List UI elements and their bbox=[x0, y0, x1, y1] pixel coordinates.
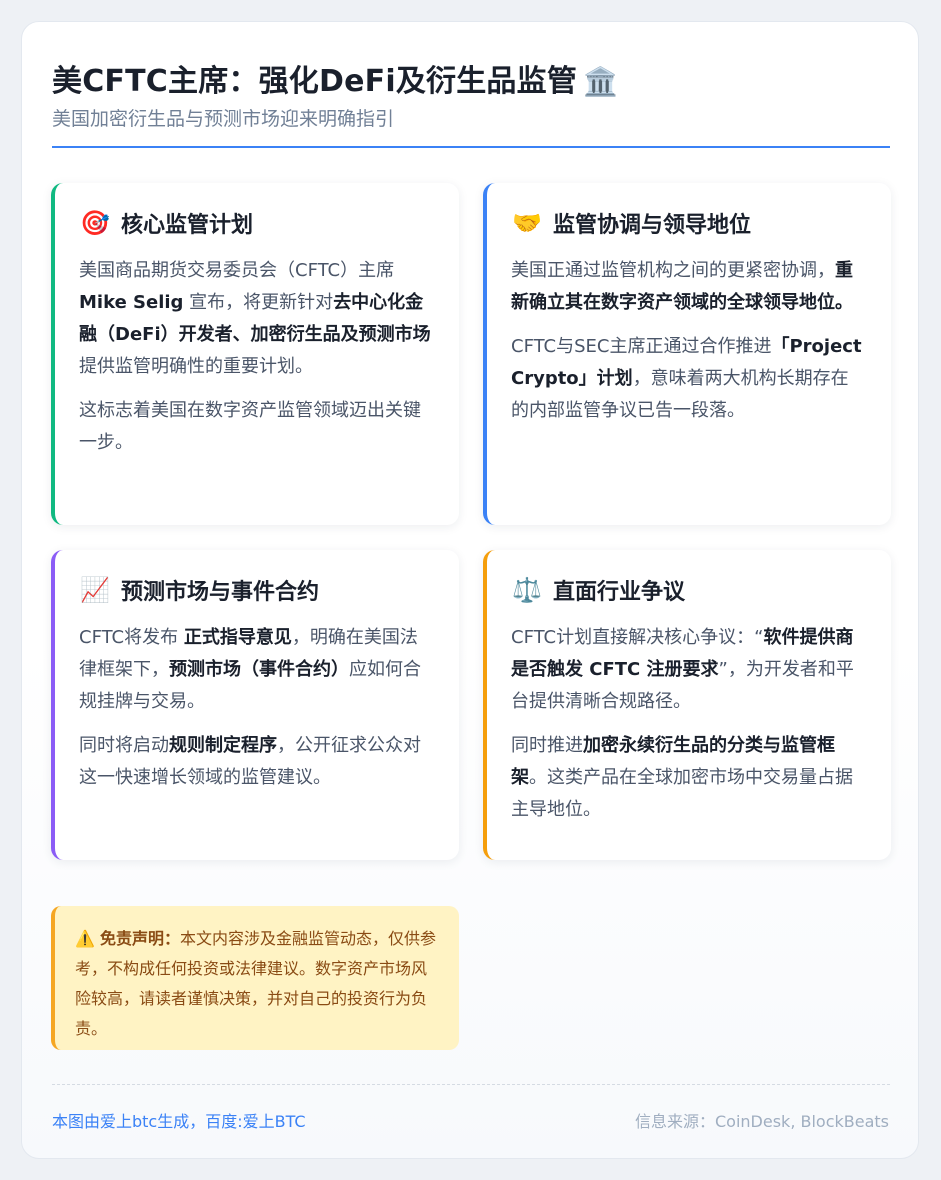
text-run: 。这类产品在全球加密市场中交易量占据主导地位。 bbox=[511, 767, 853, 820]
footer-divider bbox=[52, 1084, 890, 1085]
text-run: CFTC将发布 bbox=[79, 627, 184, 648]
text-run: 提供监管明确性的重要计划。 bbox=[79, 356, 313, 377]
bold-text: 规则制定程序 bbox=[169, 735, 277, 756]
card-paragraph: 同时推进加密永续衍生品的分类与监管框架。这类产品在全球加密市场中交易量占据主导地… bbox=[511, 730, 865, 826]
text-run: 美国正通过监管机构之间的更紧密协调， bbox=[511, 260, 835, 281]
footer-source: 信息来源：CoinDesk, BlockBeats bbox=[635, 1112, 889, 1131]
text-run: 美国商品期货交易委员会（CFTC）主席 bbox=[79, 260, 395, 281]
handshake-icon: 🤝 bbox=[512, 209, 542, 237]
warning-icon: ⚠️ bbox=[75, 929, 95, 948]
text-run: 同时将启动 bbox=[79, 735, 169, 756]
card-coordination: 🤝 监管协调与领导地位 美国正通过监管机构之间的更紧密协调，重新确立其在数字资产… bbox=[483, 183, 891, 525]
footer-credit: 本图由爱上btc生成，百度:爱上BTC bbox=[52, 1112, 306, 1131]
card-industry-disputes: ⚖️ 直面行业争议 CFTC计划直接解决核心争议：“软件提供商是否触发 CFTC… bbox=[483, 550, 891, 860]
card-header: 📈 预测市场与事件合约 bbox=[79, 574, 433, 606]
balance-scale-icon: ⚖️ bbox=[512, 576, 542, 604]
bold-text: 预测市场（事件合约） bbox=[169, 659, 349, 680]
card-title: 直面行业争议 bbox=[553, 580, 686, 605]
text-run: 同时推进 bbox=[511, 735, 583, 756]
chart-increasing-icon: 📈 bbox=[80, 576, 110, 604]
card-header: 🤝 监管协调与领导地位 bbox=[511, 207, 865, 239]
card-header: ⚖️ 直面行业争议 bbox=[511, 574, 865, 606]
card-title: 核心监管计划 bbox=[121, 213, 254, 238]
card-title: 监管协调与领导地位 bbox=[553, 213, 752, 238]
page-subtitle: 美国加密衍生品与预测市场迎来明确指引 bbox=[52, 108, 395, 130]
text-run: CFTC与SEC主席正通过合作推进 bbox=[511, 336, 772, 357]
card-paragraph: CFTC与SEC主席正通过合作推进「Project Crypto」计划，意味着两… bbox=[511, 331, 865, 427]
card-paragraph: 美国商品期货交易委员会（CFTC）主席 Mike Selig 宣布，将更新针对去… bbox=[79, 255, 433, 383]
card-paragraph: 这标志着美国在数字资产监管领域迈出关键一步。 bbox=[79, 400, 421, 453]
page-title: 美CFTC主席：强化DeFi及衍生品监管 🏛️ bbox=[52, 56, 618, 100]
card-paragraph: CFTC将发布 正式指导意见，明确在美国法律框架下，预测市场（事件合约）应如何合… bbox=[79, 622, 433, 718]
card-title: 预测市场与事件合约 bbox=[121, 580, 320, 605]
text-run: 宣布，将更新针对 bbox=[183, 292, 334, 313]
bold-text: Mike Selig bbox=[79, 292, 184, 313]
card-header: 🎯 核心监管计划 bbox=[79, 207, 433, 239]
disclaimer-label: 免责声明： bbox=[100, 929, 181, 948]
page: 美CFTC主席：强化DeFi及衍生品监管 🏛️ 美国加密衍生品与预测市场迎来明确指… bbox=[21, 21, 919, 1159]
card-paragraph: CFTC计划直接解决核心争议：“软件提供商是否触发 CFTC 注册要求”，为开发… bbox=[511, 622, 865, 718]
card-paragraph: 美国正通过监管机构之间的更紧密协调，重新确立其在数字资产领域的全球领导地位。 bbox=[511, 255, 865, 319]
card-paragraph: 同时将启动规则制定程序，公开征求公众对这一快速增长领域的监管建议。 bbox=[79, 730, 433, 794]
card-prediction-markets: 📈 预测市场与事件合约 CFTC将发布 正式指导意见，明确在美国法律框架下，预测… bbox=[51, 550, 459, 860]
bold-text: 正式指导意见 bbox=[183, 627, 292, 648]
card-core-plan: 🎯 核心监管计划 美国商品期货交易委员会（CFTC）主席 Mike Selig … bbox=[51, 183, 459, 525]
target-icon: 🎯 bbox=[80, 209, 110, 237]
page-title-text: 美CFTC主席：强化DeFi及衍生品监管 bbox=[52, 64, 578, 99]
disclaimer-box: ⚠️ 免责声明：本文内容涉及金融监管动态，仅供参考，不构成任何投资或法律建议。数… bbox=[51, 906, 459, 1050]
classical-building-icon: 🏛️ bbox=[583, 65, 619, 98]
text-run: CFTC计划直接解决核心争议：“ bbox=[511, 627, 764, 648]
title-divider bbox=[52, 146, 890, 148]
